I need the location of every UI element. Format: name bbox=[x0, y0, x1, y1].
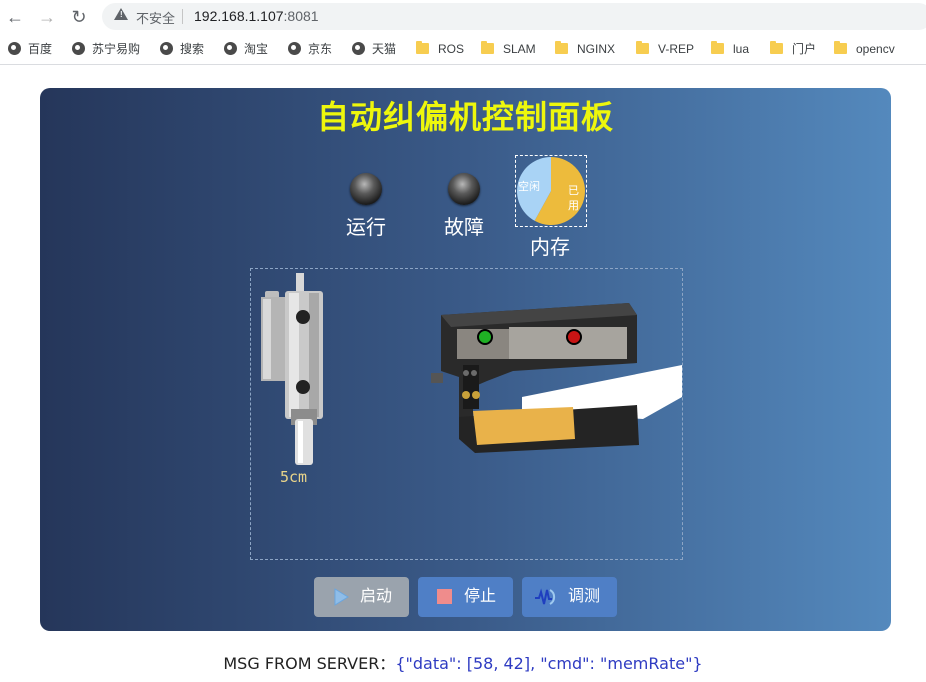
bookmark-vrep[interactable]: V-REP bbox=[636, 41, 694, 57]
globe-icon bbox=[160, 42, 173, 55]
bookmark-slam[interactable]: SLAM bbox=[481, 41, 536, 57]
folder-icon bbox=[416, 41, 429, 54]
folder-icon bbox=[636, 41, 649, 54]
bookmark-nginx[interactable]: NGINX bbox=[555, 41, 615, 57]
start-button-label: 启动 bbox=[360, 588, 393, 605]
globe-icon bbox=[224, 42, 237, 55]
fault-indicator-label: 故障 bbox=[444, 215, 484, 239]
machine-illustration bbox=[261, 273, 682, 465]
tune-button-label: 调测 bbox=[568, 588, 601, 605]
machine-scene bbox=[250, 268, 683, 560]
bookmark-portal[interactable]: 门户 bbox=[770, 41, 816, 57]
bookmark-tmall[interactable]: 天猫 bbox=[352, 41, 396, 57]
insecure-label[interactable]: 不安全 bbox=[136, 8, 175, 27]
memory-free-label: 空闲 bbox=[518, 179, 540, 193]
folder-icon bbox=[555, 41, 568, 54]
reload-icon[interactable]: ↻ bbox=[68, 6, 90, 28]
arrow-left-icon[interactable]: ← bbox=[4, 6, 26, 28]
arrow-right-icon[interactable]: → bbox=[36, 6, 58, 28]
globe-icon bbox=[288, 42, 301, 55]
stop-button-label: 停止 bbox=[464, 588, 497, 605]
browser-toolbar: ← → ↻ ! 不安全 192.168.1.107:8081 bbox=[0, 0, 926, 34]
bookmarks-bar: 百度 苏宁易购 搜索 淘宝 京东 天猫 ROS SLAM NGINX V-REP… bbox=[0, 34, 926, 65]
play-icon bbox=[334, 588, 349, 606]
stop-button[interactable]: 停止 bbox=[418, 577, 513, 617]
url-text[interactable]: 192.168.1.107:8081 bbox=[194, 8, 319, 24]
server-message-payload: {"data": [58, 42], "cmd": "memRate"} bbox=[395, 654, 703, 673]
server-message: MSG FROM SERVER：{"data": [58, 42], "cmd"… bbox=[0, 650, 926, 674]
folder-icon bbox=[711, 41, 724, 54]
memory-pie: 空闲 已用 bbox=[517, 157, 585, 225]
globe-icon bbox=[72, 42, 85, 55]
waveform-icon bbox=[535, 588, 556, 605]
address-separator bbox=[182, 9, 183, 24]
stop-icon bbox=[437, 589, 452, 604]
fault-indicator-lamp bbox=[448, 173, 480, 205]
control-panel: 自动纠偏机控制面板 运行 故障 空闲 已用 内存 5cm 启动 停止 调测 bbox=[40, 88, 891, 631]
bookmark-lua[interactable]: lua bbox=[711, 41, 749, 57]
run-indicator-label: 运行 bbox=[346, 215, 386, 239]
edge-sensor bbox=[431, 303, 639, 453]
address-bar[interactable]: ! 不安全 192.168.1.107:8081 bbox=[102, 3, 926, 30]
folder-icon bbox=[481, 41, 494, 54]
start-button[interactable]: 启动 bbox=[314, 577, 409, 617]
folder-icon bbox=[770, 41, 783, 54]
page-title: 自动纠偏机控制面板 bbox=[316, 98, 614, 136]
bookmark-search[interactable]: 搜索 bbox=[160, 41, 204, 57]
bookmark-baidu[interactable]: 百度 bbox=[8, 41, 52, 57]
server-message-prefix: MSG FROM SERVER： bbox=[223, 654, 396, 673]
globe-icon bbox=[8, 42, 21, 55]
memory-chart: 空闲 已用 bbox=[515, 155, 587, 227]
bookmark-suning[interactable]: 苏宁易购 bbox=[72, 41, 140, 57]
bookmark-jd[interactable]: 京东 bbox=[288, 41, 332, 57]
globe-icon bbox=[352, 42, 365, 55]
run-indicator-lamp bbox=[350, 173, 382, 205]
folder-icon bbox=[834, 41, 847, 54]
linear-actuator bbox=[261, 273, 323, 465]
actuator-distance-label: 5cm bbox=[280, 468, 308, 486]
bookmark-ros[interactable]: ROS bbox=[416, 41, 464, 57]
bookmark-opencv[interactable]: opencv bbox=[834, 41, 895, 57]
bookmark-taobao[interactable]: 淘宝 bbox=[224, 41, 268, 57]
memory-label: 内存 bbox=[530, 235, 570, 259]
tune-button[interactable]: 调测 bbox=[522, 577, 617, 617]
